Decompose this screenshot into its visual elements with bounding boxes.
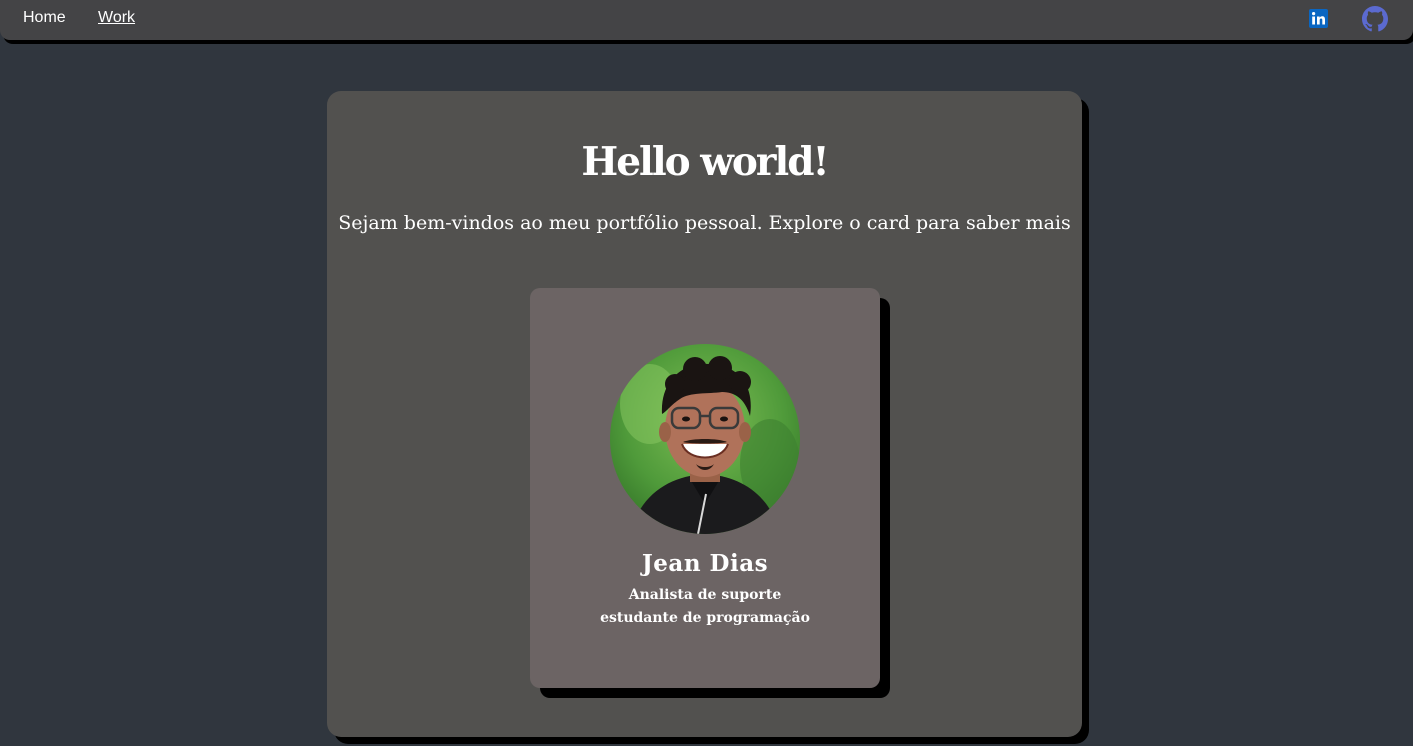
hero-panel: Hello world! Sejam bem-vindos ao meu por… bbox=[327, 91, 1082, 737]
page-subtitle: Sejam bem-vindos ao meu portfólio pessoa… bbox=[338, 212, 1071, 234]
profile-card[interactable]: Jean Dias Analista de suporte estudante … bbox=[530, 288, 880, 688]
profile-name: Jean Dias bbox=[641, 550, 769, 577]
profile-role: Analista de suporte bbox=[628, 587, 782, 603]
page-title: Hello world! bbox=[581, 139, 829, 185]
nav-link-work[interactable]: Work bbox=[98, 9, 135, 27]
profile-role-secondary: estudante de programação bbox=[600, 610, 810, 626]
top-navbar: Home Work bbox=[0, 0, 1413, 40]
github-icon[interactable] bbox=[1362, 6, 1388, 32]
avatar bbox=[610, 344, 800, 534]
linkedin-icon[interactable] bbox=[1309, 9, 1328, 28]
nav-link-home[interactable]: Home bbox=[23, 9, 66, 27]
